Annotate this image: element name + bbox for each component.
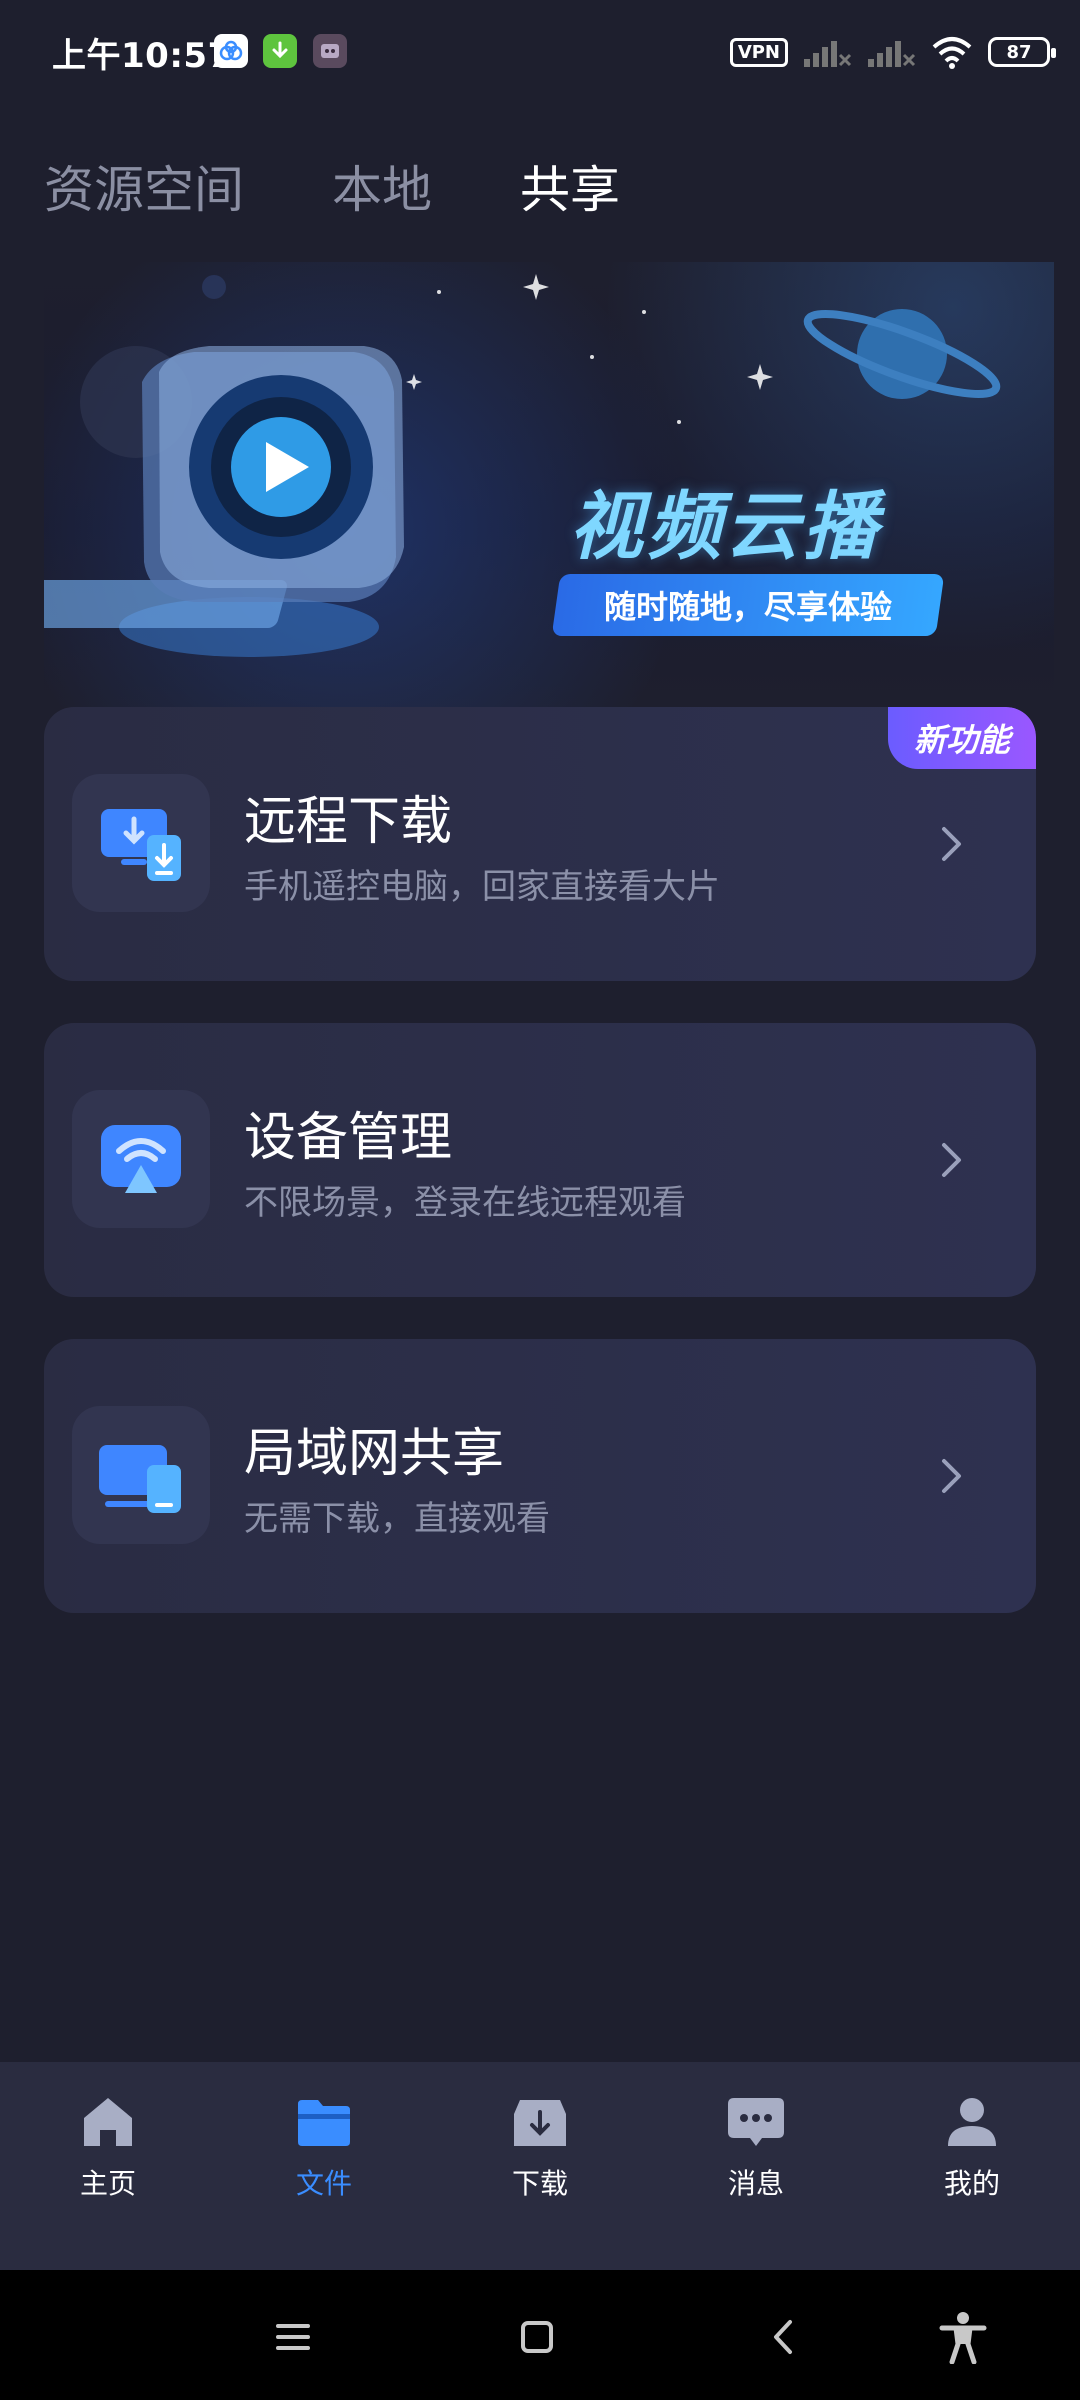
signal-2-icon <box>868 41 916 67</box>
card-icon-box <box>72 1406 210 1544</box>
vpn-badge: VPN <box>729 37 788 67</box>
banner-subtitle-pill: 随时随地，尽享体验 <box>551 574 945 636</box>
card-description: 无需下载，直接观看 <box>244 1499 550 1539</box>
signal-1-icon <box>804 41 852 67</box>
video-cloud-banner[interactable]: 视频云播 随时随地，尽享体验 <box>44 262 1054 707</box>
nav-label: 下载 <box>511 2167 568 2200</box>
nav-label: 文件 <box>295 2167 352 2200</box>
banner-title: 视频云播 <box>569 484 881 570</box>
status-indicators: VPN 87 <box>729 28 1056 76</box>
home-icon <box>84 2098 132 2146</box>
card-title: 局域网共享 <box>244 1424 505 1484</box>
top-tabs: 资源空间 本地 共享 <box>44 150 620 222</box>
bottom-navigation: 主页 文件 下载 消息 我的 <box>0 2062 1080 2270</box>
card-icon-box <box>72 774 210 912</box>
tab-share[interactable]: 共享 <box>520 150 620 222</box>
banner-subtitle: 随时随地，尽享体验 <box>603 588 892 626</box>
system-navigation-bar <box>0 2270 1080 2400</box>
folder-icon <box>298 2100 350 2146</box>
lan-share-card[interactable]: 局域网共享 无需下载，直接观看 <box>44 1339 1036 1613</box>
device-cast-icon <box>101 1125 181 1193</box>
new-feature-badge: 新功能 <box>888 707 1036 769</box>
download-box-icon <box>514 2100 566 2146</box>
cloud-app-notification-icon <box>214 34 248 68</box>
status-time: 上午10:57 <box>52 36 232 76</box>
card-description: 手机遥控电脑，回家直接看大片 <box>244 867 720 907</box>
card-icon-box <box>72 1090 210 1228</box>
nav-home[interactable]: 主页 <box>28 2092 188 2202</box>
banner-decoration <box>44 274 1001 657</box>
remote-download-card[interactable]: 远程下载 手机遥控电脑，回家直接看大片 新功能 <box>44 707 1036 981</box>
wifi-icon <box>932 37 972 69</box>
back-icon[interactable] <box>758 2310 812 2364</box>
game-notification-icon <box>313 34 347 68</box>
lan-share-icon <box>99 1445 181 1513</box>
chevron-right-icon <box>942 1459 961 1493</box>
tab-local[interactable]: 本地 <box>332 150 432 222</box>
message-icon <box>728 2098 784 2146</box>
battery-indicator: 87 <box>988 37 1056 67</box>
battery-level: 87 <box>1006 41 1032 63</box>
download-notification-icon <box>263 34 297 68</box>
menu-icon[interactable] <box>266 2310 320 2364</box>
card-description: 不限场景，登录在线远程观看 <box>244 1183 686 1223</box>
nav-files[interactable]: 文件 <box>244 2092 404 2202</box>
nav-download[interactable]: 下载 <box>460 2092 620 2202</box>
chevron-right-icon <box>942 1143 961 1177</box>
nav-label: 我的 <box>943 2167 1000 2200</box>
accessibility-icon[interactable] <box>936 2310 990 2364</box>
home-square-icon[interactable] <box>510 2310 564 2364</box>
card-title: 远程下载 <box>244 792 453 852</box>
nav-label: 主页 <box>79 2167 136 2200</box>
device-management-card[interactable]: 设备管理 不限场景，登录在线远程观看 <box>44 1023 1036 1297</box>
nav-label: 消息 <box>727 2167 784 2200</box>
remote-download-icon <box>101 809 181 881</box>
status-bar: 上午10:57 VPN 87 <box>0 0 1080 104</box>
tab-resource-space[interactable]: 资源空间 <box>44 150 244 222</box>
nav-profile[interactable]: 我的 <box>892 2092 1052 2202</box>
card-title: 设备管理 <box>244 1108 453 1168</box>
nav-messages[interactable]: 消息 <box>676 2092 836 2202</box>
user-icon <box>948 2098 996 2146</box>
chevron-right-icon <box>942 827 961 861</box>
